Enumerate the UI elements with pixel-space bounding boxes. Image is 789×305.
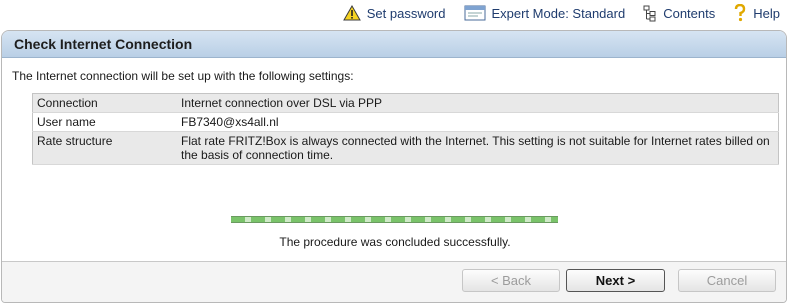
top-navigation: Set password Expert Mode: Standard Conte…: [0, 0, 789, 26]
check-connection-panel: Check Internet Connection The Internet c…: [1, 30, 787, 303]
set-password-link[interactable]: Set password: [342, 5, 446, 21]
sitemap-icon: [643, 5, 657, 22]
status-message: The procedure was concluded successfully…: [279, 235, 511, 249]
window-icon: [464, 5, 486, 21]
setting-value: Internet connection over DSL via PPP: [177, 93, 779, 113]
cancel-button[interactable]: Cancel: [678, 269, 776, 292]
contents-link[interactable]: Contents: [643, 5, 715, 22]
back-button[interactable]: < Back: [462, 269, 560, 292]
help-label: Help: [753, 5, 780, 21]
help-link[interactable]: Help: [733, 4, 780, 22]
expert-mode-link[interactable]: Expert Mode: Standard: [464, 5, 626, 21]
setting-label: Rate structure: [32, 131, 177, 165]
table-row: User name FB7340@xs4all.nl: [32, 112, 779, 132]
set-password-label: Set password: [366, 5, 446, 21]
contents-label: Contents: [663, 5, 716, 21]
setting-value: FB7340@xs4all.nl: [177, 112, 779, 132]
expert-mode-label: Expert Mode: Standard: [491, 5, 626, 21]
panel-header: Check Internet Connection: [2, 31, 786, 58]
next-button[interactable]: Next >: [566, 269, 665, 292]
setting-label: User name: [32, 112, 177, 132]
progress-bar: [231, 216, 558, 223]
table-row: Rate structure Flat rate FRITZ!Box is al…: [32, 131, 779, 165]
question-icon: [733, 4, 747, 22]
intro-text: The Internet connection will be set up w…: [12, 69, 354, 83]
setting-label: Connection: [32, 93, 177, 113]
warning-icon: [342, 5, 361, 21]
settings-table: Connection Internet connection over DSL …: [32, 93, 779, 165]
page-title: Check Internet Connection: [14, 36, 193, 52]
table-row: Connection Internet connection over DSL …: [32, 93, 779, 113]
button-bar: < Back Next > Cancel: [2, 261, 786, 302]
setting-value: Flat rate FRITZ!Box is always connected …: [177, 131, 779, 165]
